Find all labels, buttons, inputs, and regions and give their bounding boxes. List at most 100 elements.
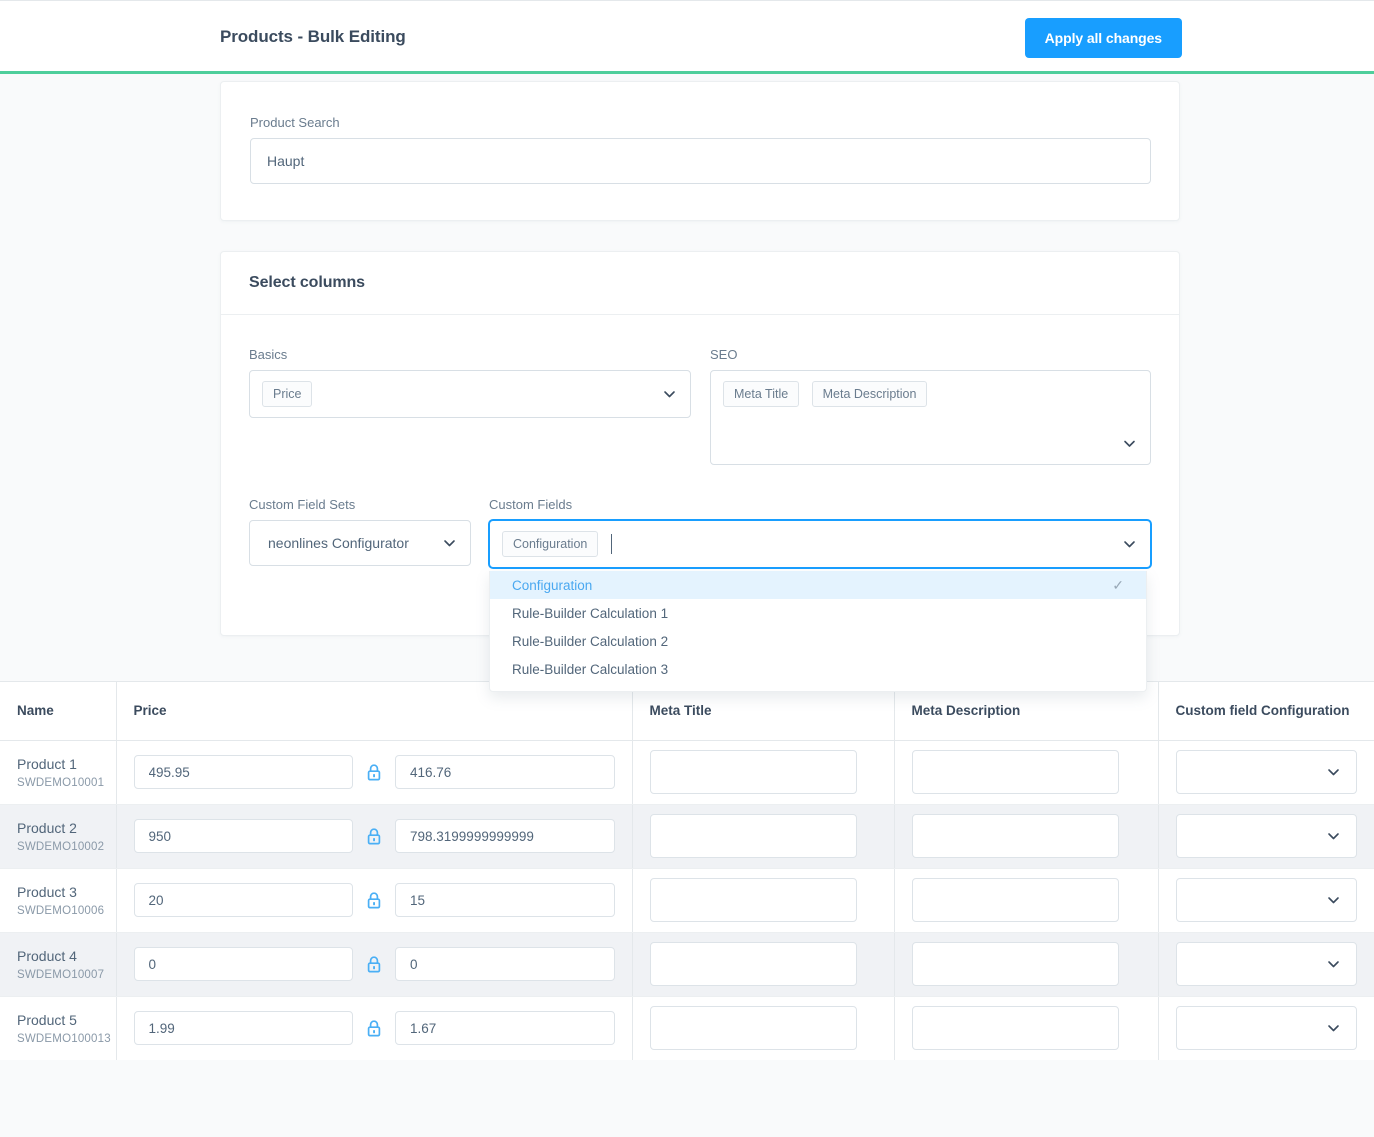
basics-label: Basics (249, 347, 288, 362)
lock-icon[interactable] (367, 763, 381, 781)
select-columns-header: Select columns (221, 252, 1179, 315)
custom-field-sets-select[interactable]: neonlines Configurator (249, 520, 471, 566)
product-name: Product 2 (17, 820, 77, 837)
custom-field-configuration-select[interactable] (1175, 1006, 1357, 1050)
price-gross-input[interactable] (133, 755, 353, 789)
custom-field-sets-value: neonlines Configurator (268, 535, 409, 551)
seo-multiselect[interactable]: Meta Title Meta Description (710, 370, 1151, 465)
custom-fields-label: Custom Fields (489, 497, 573, 512)
price-net-input[interactable] (395, 755, 615, 789)
cell-meta-title (632, 996, 895, 1061)
product-sku: SWDEMO10002 (17, 840, 105, 853)
meta-title-input[interactable] (649, 878, 857, 922)
dropdown-option-label: Rule-Builder Calculation 3 (512, 661, 669, 677)
cell-custom-field-configuration (1158, 996, 1374, 1061)
cell-meta-title (632, 804, 895, 869)
seo-chip-meta-description[interactable]: Meta Description (811, 381, 928, 407)
custom-fields-multiselect[interactable]: Configuration (489, 520, 1151, 568)
product-sku: SWDEMO100013 (17, 1032, 111, 1045)
cell-price (116, 868, 633, 933)
cell-name: Product 4 SWDEMO10007 (0, 932, 117, 997)
check-icon: ✓ (1112, 576, 1124, 593)
custom-fields-group: Custom Fields Configuration Configuratio… (489, 497, 1151, 692)
lock-icon[interactable] (367, 827, 381, 845)
price-gross-input[interactable] (133, 947, 353, 981)
page-body: Product Search Select columns Basics Pri… (0, 74, 1374, 692)
cell-meta-description (894, 996, 1159, 1061)
cell-meta-description (894, 932, 1159, 997)
product-search-label: Product Search (250, 115, 340, 130)
select-columns-title: Select columns (249, 274, 365, 291)
price-gross-input[interactable] (133, 819, 353, 853)
products-table-container: Name Price Meta Title Meta Description C… (0, 681, 1374, 1062)
dropdown-option-label: Configuration (512, 577, 593, 593)
meta-description-input[interactable] (911, 1006, 1119, 1050)
dropdown-option[interactable]: Rule-Builder Calculation 2 (490, 627, 1146, 655)
chevron-down-icon (1327, 766, 1340, 779)
custom-fields-chip-configuration[interactable]: Configuration (502, 531, 599, 557)
dropdown-option[interactable]: Rule-Builder Calculation 1 (490, 599, 1146, 627)
cell-name: Product 1 SWDEMO10001 (0, 740, 117, 805)
cell-price (116, 932, 633, 997)
select-columns-body: Basics Price SEO Meta Title Meta Descrip… (221, 315, 1179, 692)
cell-meta-title (632, 932, 895, 997)
select-columns-card: Select columns Basics Price SEO Meta Tit… (220, 251, 1180, 692)
lock-icon[interactable] (367, 955, 381, 973)
meta-title-input[interactable] (649, 942, 857, 986)
cell-name: Product 5 SWDEMO100013 (0, 996, 117, 1061)
meta-description-input[interactable] (911, 942, 1119, 986)
custom-field-configuration-select[interactable] (1175, 750, 1357, 794)
meta-description-input[interactable] (911, 878, 1119, 922)
product-sku: SWDEMO10007 (17, 968, 105, 981)
product-sku: SWDEMO10006 (17, 904, 105, 917)
dropdown-option-label: Rule-Builder Calculation 1 (512, 605, 669, 621)
dropdown-option[interactable]: Configuration ✓ (490, 571, 1146, 599)
app-header: Products - Bulk Editing Apply all change… (0, 0, 1374, 74)
cell-price (116, 740, 633, 805)
cell-meta-title (632, 868, 895, 933)
seo-label: SEO (710, 347, 738, 362)
lock-icon[interactable] (367, 891, 381, 909)
price-gross-input[interactable] (133, 883, 353, 917)
price-net-input[interactable] (395, 1011, 615, 1045)
cell-meta-description (894, 740, 1159, 805)
meta-description-input[interactable] (911, 814, 1119, 858)
chevron-down-icon (1327, 1022, 1340, 1035)
custom-fields-dropdown[interactable]: Configuration ✓ Rule-Builder Calculation 1… (489, 571, 1147, 692)
chevron-down-icon (443, 537, 456, 550)
custom-field-configuration-select[interactable] (1175, 878, 1357, 922)
lock-icon[interactable] (367, 1019, 381, 1037)
products-table: Name Price Meta Title Meta Description C… (0, 682, 1374, 1061)
product-name: Product 4 (17, 948, 77, 965)
basics-field-group: Basics Price (249, 347, 691, 418)
chevron-down-icon (663, 388, 676, 401)
page-title: Products - Bulk Editing (220, 27, 406, 46)
meta-title-input[interactable] (649, 750, 857, 794)
custom-field-configuration-select[interactable] (1175, 942, 1357, 986)
chevron-down-icon (1327, 958, 1340, 971)
seo-chip-meta-title[interactable]: Meta Title (723, 381, 800, 407)
chevron-down-icon (1327, 894, 1340, 907)
meta-description-input[interactable] (911, 750, 1119, 794)
cell-meta-description (894, 804, 1159, 869)
basics-multiselect[interactable]: Price (249, 370, 691, 418)
price-gross-input[interactable] (133, 1011, 353, 1045)
price-net-input[interactable] (395, 883, 615, 917)
dropdown-option-label: Rule-Builder Calculation 2 (512, 633, 669, 649)
product-sku: SWDEMO10001 (17, 776, 105, 789)
basics-chip-price[interactable]: Price (262, 381, 313, 407)
cell-custom-field-configuration (1158, 932, 1374, 997)
table-row: Product 4 SWDEMO10007 (0, 932, 1374, 997)
meta-title-input[interactable] (649, 814, 857, 858)
text-cursor (610, 534, 612, 554)
product-search-input[interactable] (250, 138, 1151, 184)
dropdown-option[interactable]: Rule-Builder Calculation 3 (490, 655, 1146, 683)
seo-field-group: SEO Meta Title Meta Description (710, 347, 1151, 465)
price-net-input[interactable] (395, 819, 615, 853)
custom-field-configuration-select[interactable] (1175, 814, 1357, 858)
product-search-field-group: Product Search (250, 115, 1151, 184)
meta-title-input[interactable] (649, 1006, 857, 1050)
cell-custom-field-configuration (1158, 740, 1374, 805)
apply-all-changes-button[interactable]: Apply all changes (1024, 18, 1182, 58)
price-net-input[interactable] (395, 947, 615, 981)
